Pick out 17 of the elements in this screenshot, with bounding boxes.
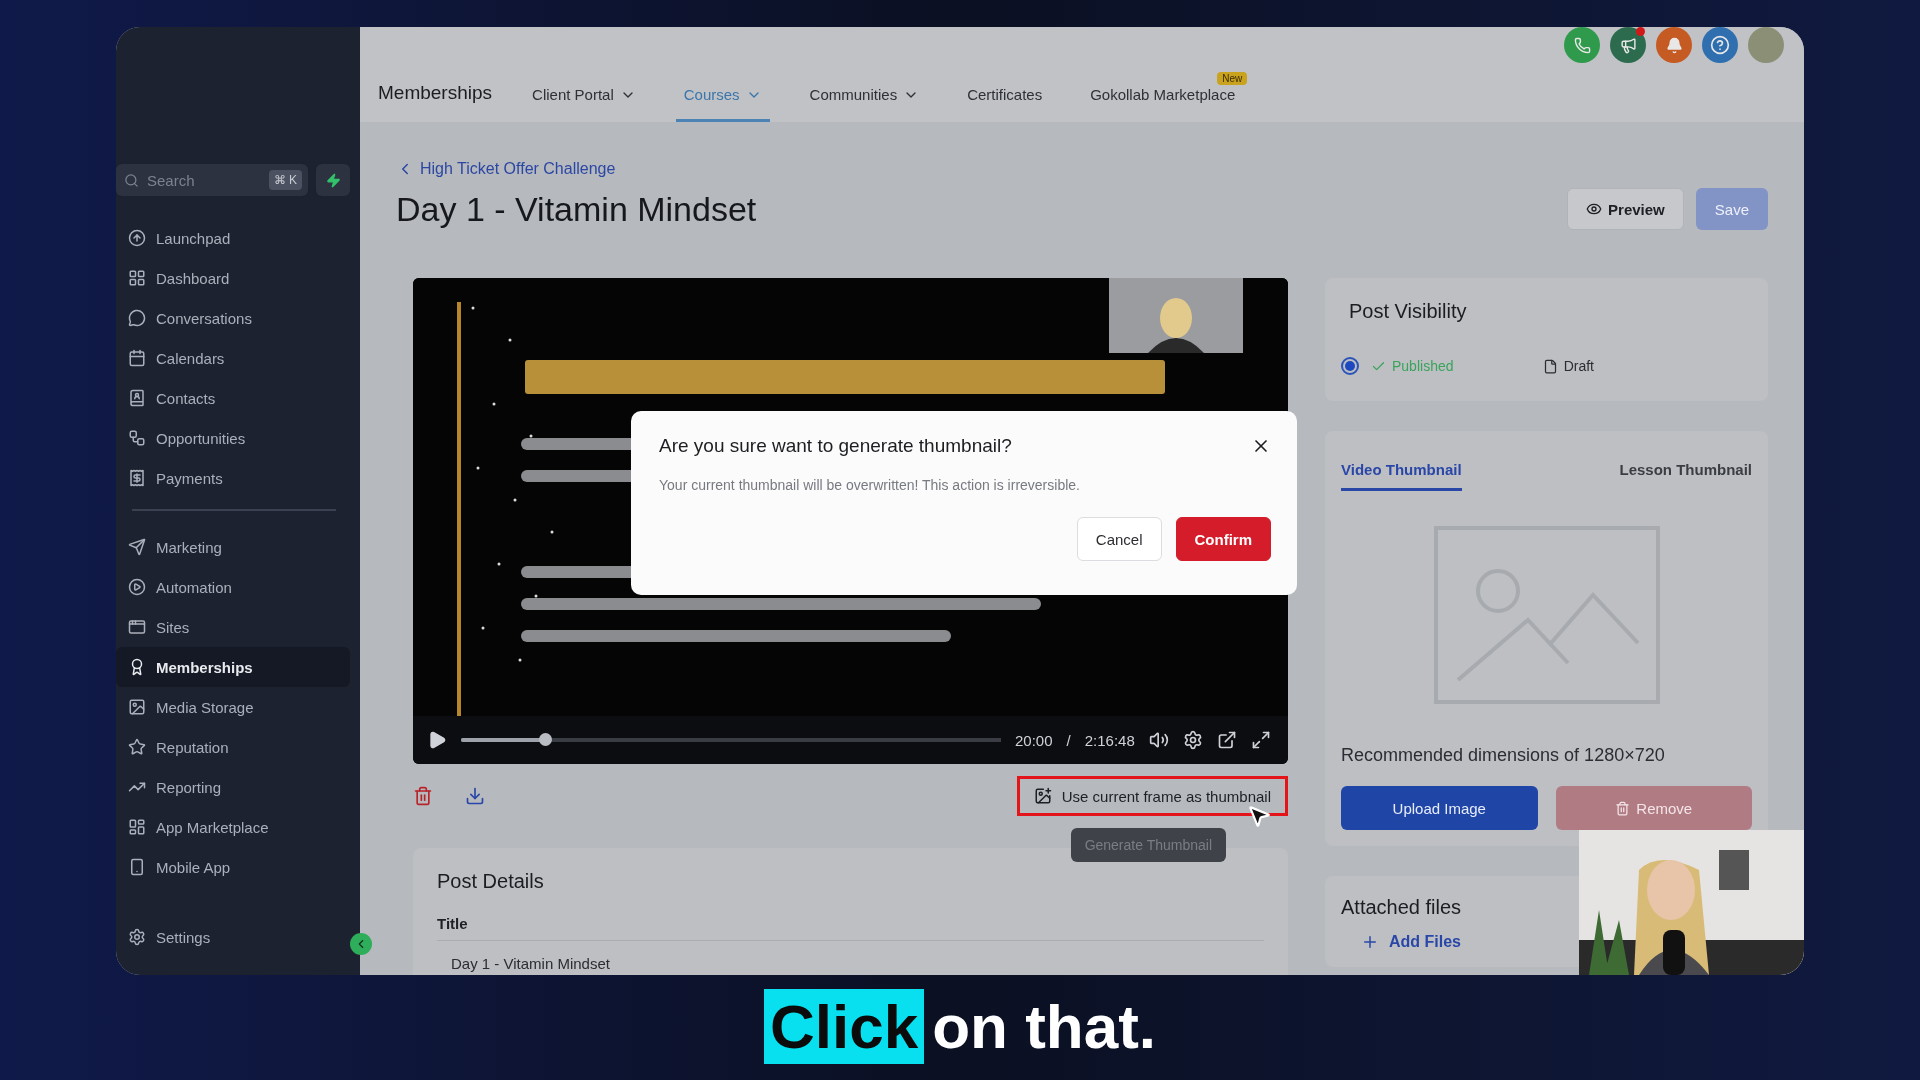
dimensions-hint: Recommended dimensions of 1280×720: [1341, 745, 1666, 766]
card-title: Attached files: [1341, 896, 1463, 919]
dialog-message: Your current thumbnail will be overwritten! This action is irreversible.: [659, 477, 1081, 493]
dialog-title: Are you sure want to generate thumbnail?: [659, 435, 1012, 457]
time-separator: /: [1066, 731, 1071, 749]
current-time: 20:00: [1015, 731, 1053, 749]
page-title: Day 1 - Vitamin Mindset: [396, 189, 757, 229]
shortcut-key: ⌘ K: [268, 170, 302, 190]
caption-highlight: Click: [763, 989, 925, 1064]
caption-text: on that.: [932, 991, 1156, 1062]
card-title: Post Visibility: [1349, 300, 1468, 323]
new-badge: New: [1217, 72, 1248, 85]
tooltip: Generate Thumbnail: [1070, 828, 1226, 862]
section-title: Memberships: [378, 82, 493, 105]
duration: 2:16:48: [1084, 731, 1135, 749]
field-label: Title: [437, 915, 469, 932]
card-title: Post Details: [437, 870, 545, 893]
